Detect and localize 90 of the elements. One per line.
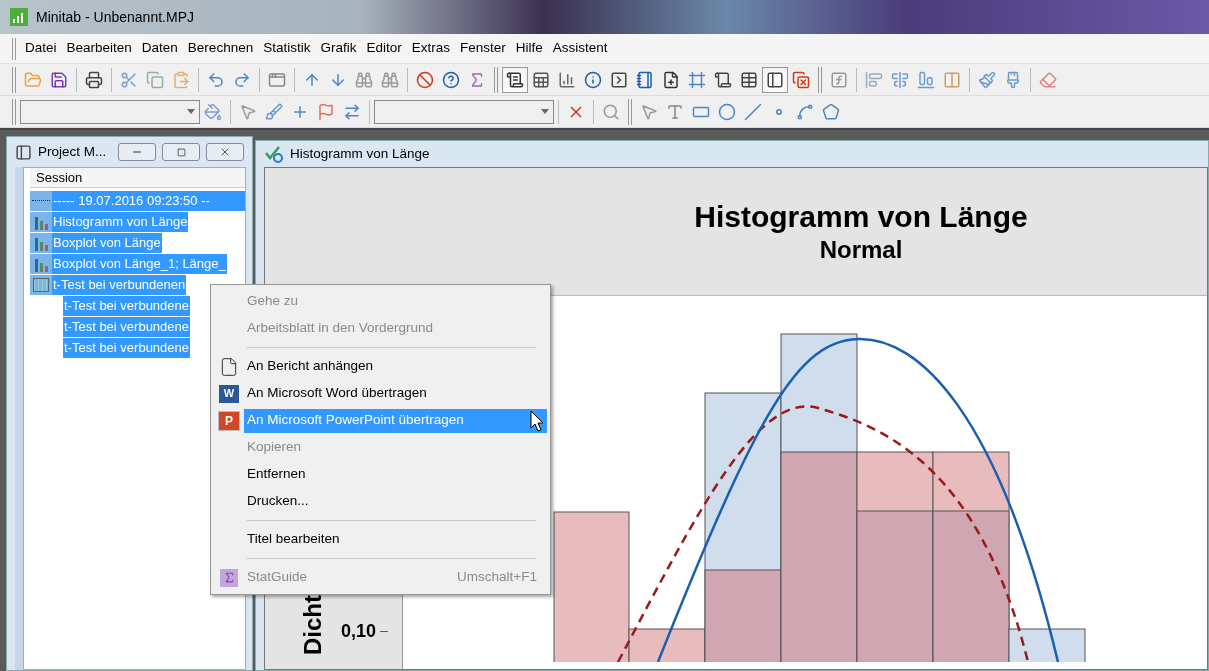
menu-item[interactable]: Titel bearbeiten xyxy=(244,527,547,552)
scroll-icon xyxy=(506,70,524,89)
brush-icon xyxy=(265,102,283,121)
minimize-button[interactable] xyxy=(118,143,156,161)
menu-item[interactable]: An Bericht anhängen xyxy=(244,354,547,379)
notebook-icon xyxy=(636,70,654,89)
menu-item[interactable]: Drucken... xyxy=(244,489,547,514)
menu-item[interactable]: Statistik xyxy=(258,38,316,59)
window-title: Histogramm von Länge xyxy=(290,144,430,163)
window-icon xyxy=(268,70,286,89)
undo-icon xyxy=(207,70,225,89)
menu-item[interactable]: Fenster xyxy=(455,38,511,59)
info-icon xyxy=(584,70,602,89)
restore-button[interactable] xyxy=(162,143,200,161)
window-title: Minitab - Unbenannt.MPJ xyxy=(36,7,194,27)
redo-icon xyxy=(233,70,251,89)
clipboard-icon xyxy=(172,70,190,89)
close-button[interactable] xyxy=(206,143,244,161)
columns-icon xyxy=(943,70,961,89)
histogram-icon xyxy=(30,232,52,253)
sigma-icon xyxy=(220,568,238,587)
menu-item[interactable]: Entfernen xyxy=(244,462,547,487)
polyline-icon xyxy=(796,102,814,121)
axis-label: Dicht xyxy=(298,595,327,655)
menu-item[interactable]: Datei xyxy=(20,38,62,59)
search-icon xyxy=(602,102,620,121)
align-icon xyxy=(891,70,909,89)
circle-icon xyxy=(718,102,736,121)
page-icon xyxy=(219,356,239,377)
brush-icon xyxy=(978,70,996,89)
copy-icon xyxy=(146,70,164,89)
menu-item[interactable]: Daten xyxy=(136,38,183,59)
dropdown-arrow-icon xyxy=(541,109,549,114)
dropdown-field[interactable] xyxy=(374,99,554,124)
restore-icon xyxy=(176,147,186,157)
binoculars-icon xyxy=(355,70,373,89)
powerpoint-logo-icon: P xyxy=(218,410,240,431)
graph-title: Histogramm von Länge xyxy=(694,198,1028,235)
table-icon xyxy=(532,70,550,89)
menu-item[interactable]: Editor xyxy=(361,38,407,59)
window-title: Project M... xyxy=(38,142,108,161)
align-icon xyxy=(865,70,883,89)
word-logo-icon: W xyxy=(219,384,239,403)
menu-item[interactable]: Berechnen xyxy=(182,38,259,59)
menu-item[interactable]: Assistent xyxy=(547,38,613,59)
save-icon xyxy=(50,70,68,89)
help-icon xyxy=(442,70,460,89)
flag-icon xyxy=(317,102,335,121)
menu-item[interactable]: An Microsoft Word übertragen xyxy=(244,381,547,406)
binoculars-icon xyxy=(381,70,399,89)
align-icon xyxy=(917,70,935,89)
histogram-icon xyxy=(30,211,52,232)
eraser-icon xyxy=(1039,70,1057,89)
no-entry-icon xyxy=(416,70,434,89)
column-header[interactable]: Session xyxy=(30,168,245,188)
menu-item[interactable]: Grafik xyxy=(315,38,362,59)
graph-subtitle: Normal xyxy=(819,234,903,265)
panel-icon xyxy=(15,143,32,161)
pointer-icon xyxy=(239,102,257,121)
histogram-icon xyxy=(30,253,52,274)
tick-label: 0,10 xyxy=(341,620,377,643)
polygon-icon xyxy=(822,102,840,121)
scissors-icon xyxy=(120,70,138,89)
dropdown-arrow-icon xyxy=(187,109,195,114)
folder-icon xyxy=(24,70,42,89)
new-document-icon xyxy=(662,70,680,89)
dot-icon xyxy=(776,108,782,115)
close-windows-icon xyxy=(792,70,810,89)
printer-icon xyxy=(85,70,103,89)
grid-icon xyxy=(30,274,52,295)
panel-icon xyxy=(766,70,784,89)
pointer-icon xyxy=(640,102,658,121)
menu-item[interactable]: Extras xyxy=(406,38,455,59)
dropdown-field[interactable] xyxy=(20,99,200,124)
swap-icon xyxy=(343,102,361,121)
text-tool-icon xyxy=(666,102,684,121)
chart-icon xyxy=(558,70,576,89)
brush-icon xyxy=(1004,70,1022,89)
mouse-cursor-icon xyxy=(530,410,544,432)
line-icon xyxy=(744,102,762,121)
table-icon xyxy=(740,70,758,89)
menu-item[interactable]: Bearbeiten xyxy=(61,38,137,59)
command-icon xyxy=(610,70,628,89)
function-icon xyxy=(830,70,848,89)
scroll-icon xyxy=(714,70,732,89)
paint-bucket-icon xyxy=(204,102,222,121)
close-icon xyxy=(219,146,231,158)
check-refresh-icon xyxy=(264,145,284,163)
app-logo-icon xyxy=(10,8,28,26)
menu-item[interactable]: Hilfe xyxy=(510,38,548,59)
